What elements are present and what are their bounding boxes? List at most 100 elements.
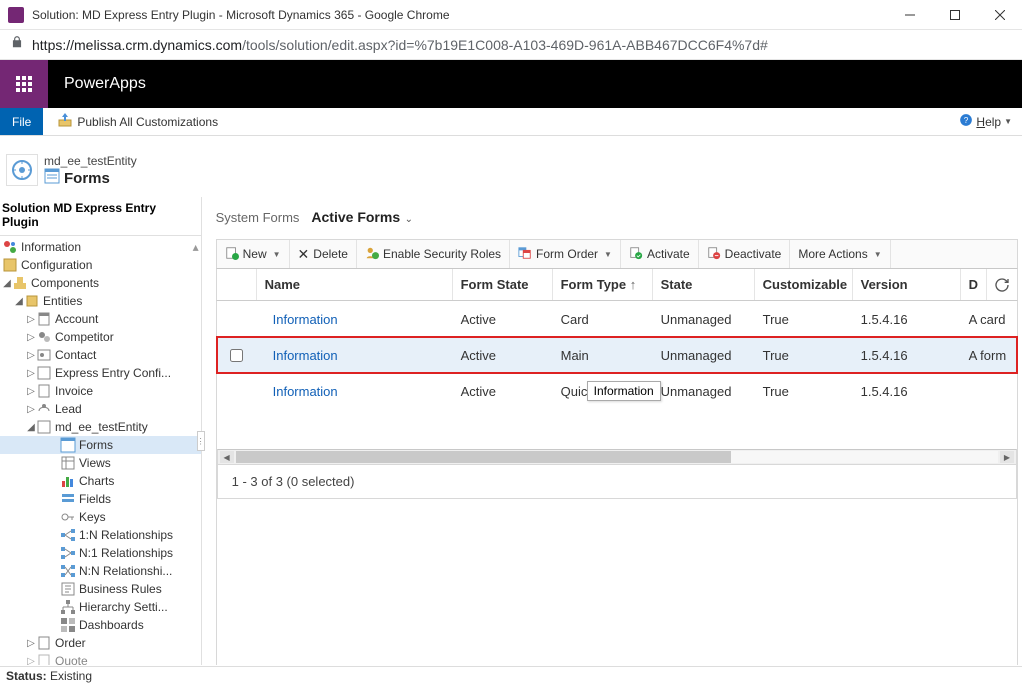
enable-security-roles-button[interactable]: Enable Security Roles: [357, 240, 510, 268]
sidebar-item-express-entry-config[interactable]: ▷Express Entry Confi...: [0, 364, 201, 382]
scrollbar-thumb[interactable]: [236, 451, 732, 463]
table-row[interactable]: Information Active Card Unmanaged True 1…: [217, 301, 1017, 337]
form-link[interactable]: Information: [273, 384, 338, 399]
column-name[interactable]: Name: [257, 269, 453, 300]
column-form-state[interactable]: Form State: [453, 269, 553, 300]
expand-icon[interactable]: ▷: [26, 314, 36, 325]
entity-name: md_ee_testEntity: [44, 154, 137, 168]
sidebar-item-dashboards[interactable]: Dashboards: [0, 616, 201, 634]
form-link[interactable]: Information: [273, 312, 338, 327]
address-bar[interactable]: https://melissa.crm.dynamics.com/tools/s…: [0, 30, 1022, 60]
sidebar-item-charts[interactable]: Charts: [0, 472, 201, 490]
close-button[interactable]: [977, 0, 1022, 29]
url-host: https://melissa.crm.dynamics.com: [32, 37, 242, 53]
horizontal-scrollbar[interactable]: ◀ ▶: [217, 449, 1017, 465]
column-version[interactable]: Version: [853, 269, 961, 300]
minimize-button[interactable]: [887, 0, 932, 29]
collapse-icon[interactable]: ◢: [14, 296, 24, 307]
sidebar-item-configuration[interactable]: Configuration: [0, 256, 201, 274]
column-select-all[interactable]: [217, 269, 257, 300]
more-actions-button[interactable]: More Actions▼: [790, 240, 890, 268]
row-checkbox[interactable]: [217, 385, 257, 398]
app-launcher-button[interactable]: [0, 60, 48, 108]
table-body: Information Active Card Unmanaged True 1…: [216, 301, 1018, 665]
sidebar-item-components[interactable]: ◢Components: [0, 274, 201, 292]
form-order-icon: [518, 246, 532, 263]
expand-icon[interactable]: ▷: [26, 404, 36, 415]
help-label-rest: elp: [985, 115, 1001, 129]
sidebar-item-account[interactable]: ▷Account: [0, 310, 201, 328]
app-icon: [8, 7, 24, 23]
table-row[interactable]: Information Active Main Unmanaged True 1…: [217, 337, 1017, 373]
sidebar-item-competitor[interactable]: ▷Competitor: [0, 328, 201, 346]
pager: 1 - 3 of 3 (0 selected): [217, 465, 1017, 499]
maximize-button[interactable]: [932, 0, 977, 29]
column-state[interactable]: State: [653, 269, 755, 300]
sidebar-item-forms[interactable]: Forms: [0, 436, 201, 454]
activate-button[interactable]: Activate: [621, 240, 699, 268]
row-checkbox[interactable]: [217, 349, 257, 362]
sidebar-item-information[interactable]: Information: [0, 238, 201, 256]
form-order-button[interactable]: Form Order▼: [510, 240, 621, 268]
sidebar-item-keys[interactable]: Keys: [0, 508, 201, 526]
delete-button[interactable]: ✕Delete: [290, 240, 357, 268]
file-menu-button[interactable]: File: [0, 108, 43, 135]
chevron-down-icon: ▼: [1004, 117, 1012, 126]
expand-icon[interactable]: ▷: [26, 386, 36, 397]
deactivate-button[interactable]: Deactivate: [699, 240, 791, 268]
scrollbar-track[interactable]: [236, 451, 998, 463]
column-description[interactable]: D: [961, 269, 987, 300]
expand-icon[interactable]: ▷: [26, 638, 36, 649]
collapse-icon[interactable]: ◢: [26, 422, 36, 433]
collapse-icon[interactable]: ◢: [2, 278, 12, 289]
form-link[interactable]: Information: [273, 348, 338, 363]
row-checkbox[interactable]: [217, 313, 257, 326]
sidebar-item-1n-relationships[interactable]: 1:N Relationships: [0, 526, 201, 544]
lock-icon: [10, 35, 24, 54]
sidebar-item-invoice[interactable]: ▷Invoice: [0, 382, 201, 400]
entity-icon: [36, 383, 52, 399]
expand-icon[interactable]: ▷: [26, 368, 36, 379]
ribbon: File Publish All Customizations ? Help ▼: [0, 108, 1022, 136]
new-icon: [225, 246, 239, 263]
publish-all-button[interactable]: Publish All Customizations: [51, 108, 224, 135]
column-form-type[interactable]: Form Type ↑: [553, 269, 653, 300]
solution-sidebar: Solution MD Express Entry Plugin ▴ Infor…: [0, 197, 202, 665]
url-path: /tools/solution/edit.aspx?id=%7b19E1C008…: [242, 37, 768, 53]
expand-icon[interactable]: ▷: [26, 332, 36, 343]
entity-icon: [36, 311, 52, 327]
entity-icon: [36, 653, 52, 665]
delete-icon: ✕: [298, 246, 310, 263]
chevron-down-icon: ▼: [874, 250, 882, 259]
sidebar-item-lead[interactable]: ▷Lead: [0, 400, 201, 418]
sidebar-item-contact[interactable]: ▷Contact: [0, 346, 201, 364]
help-menu[interactable]: ? Help ▼: [949, 108, 1022, 135]
sidebar-item-fields[interactable]: Fields: [0, 490, 201, 508]
sidebar-item-hierarchy-settings[interactable]: Hierarchy Setti...: [0, 598, 201, 616]
expand-icon[interactable]: ▷: [26, 656, 36, 666]
scroll-right-button[interactable]: ▶: [1000, 451, 1014, 463]
form-icon: [44, 168, 60, 189]
scroll-up-indicator[interactable]: ▴: [193, 240, 199, 254]
expand-icon[interactable]: ▷: [26, 350, 36, 361]
components-icon: [12, 275, 28, 291]
column-customizable[interactable]: Customizable: [755, 269, 853, 300]
hierarchy-icon: [60, 599, 76, 615]
refresh-button[interactable]: [987, 277, 1017, 293]
sidebar-title: Solution MD Express Entry Plugin: [0, 197, 201, 236]
sidebar-item-n1-relationships[interactable]: N:1 Relationships: [0, 544, 201, 562]
sidebar-item-nn-relationships[interactable]: N:N Relationshi...: [0, 562, 201, 580]
sidebar-item-order[interactable]: ▷Order: [0, 634, 201, 652]
sidebar-item-entities[interactable]: ◢Entities: [0, 292, 201, 310]
sidebar-item-md-ee-testentity[interactable]: ◢md_ee_testEntity: [0, 418, 201, 436]
activate-icon: [629, 246, 643, 263]
view-selector[interactable]: System Forms Active Forms ⌄: [216, 205, 1018, 239]
sidebar-item-business-rules[interactable]: Business Rules: [0, 580, 201, 598]
new-button[interactable]: New▼: [217, 240, 290, 268]
entity-icon: [36, 365, 52, 381]
view-name: Active Forms: [311, 209, 400, 225]
scroll-left-button[interactable]: ◀: [220, 451, 234, 463]
entity-icon: [36, 401, 52, 417]
sidebar-item-quote[interactable]: ▷Quote: [0, 652, 201, 665]
sidebar-item-views[interactable]: Views: [0, 454, 201, 472]
